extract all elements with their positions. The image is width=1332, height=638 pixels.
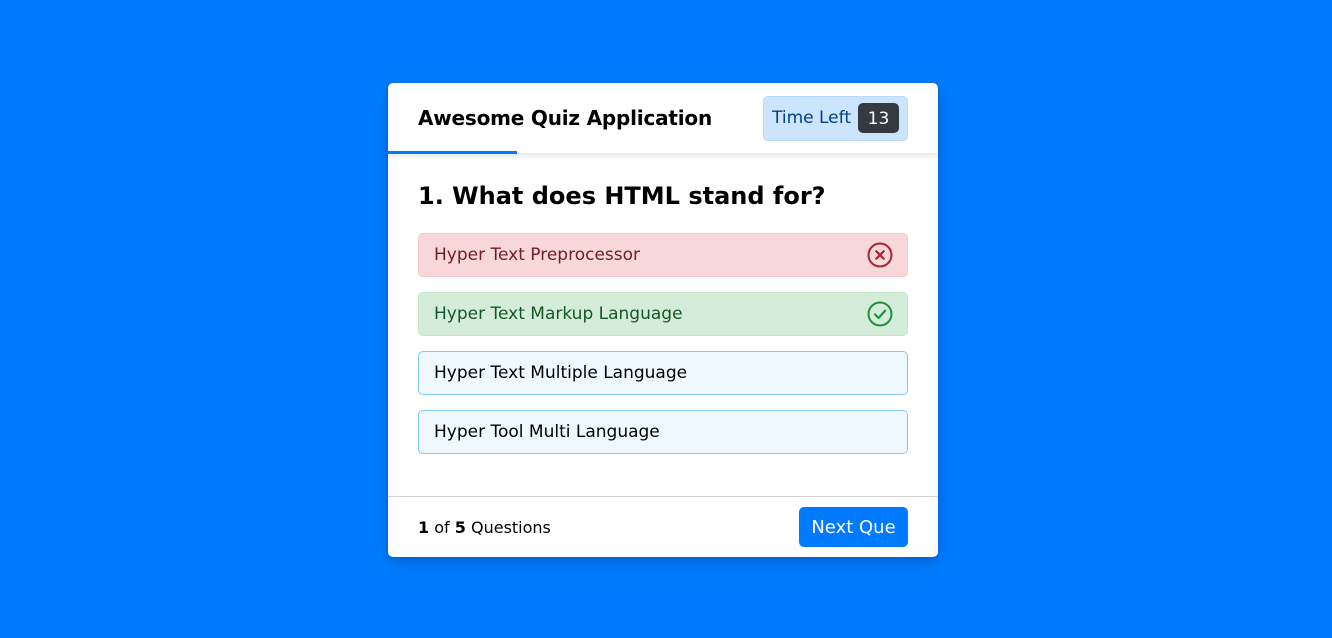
counter-questions-word: Questions	[470, 517, 551, 537]
quiz-footer: 1 of 5 Questions Next Que	[388, 496, 938, 557]
header-progress-underline	[388, 151, 517, 154]
option-correct[interactable]: Hyper Text Markup Language	[418, 292, 908, 336]
option-label: Hyper Text Preprocessor	[434, 245, 641, 265]
timer-seconds: 13	[858, 103, 899, 133]
quiz-box: Awesome Quiz Application Time Left 13 1.…	[388, 83, 938, 557]
option-label: Hyper Tool Multi Language	[434, 422, 660, 442]
option-incorrect[interactable]: Hyper Text Preprocessor	[418, 233, 908, 277]
next-question-button[interactable]: Next Que	[799, 507, 908, 547]
quiz-title: Awesome Quiz Application	[418, 106, 712, 130]
quiz-section: 1. What does HTML stand for? Hyper Text …	[388, 153, 938, 489]
quiz-header: Awesome Quiz Application Time Left 13	[388, 83, 938, 154]
current-question-number: 1	[418, 517, 430, 537]
question-text: 1. What does HTML stand for?	[418, 182, 826, 210]
option[interactable]: Hyper Text Multiple Language	[418, 351, 908, 395]
timer: Time Left 13	[763, 95, 908, 141]
question-counter: 1 of 5 Questions	[418, 518, 551, 537]
option-label: Hyper Text Multiple Language	[434, 363, 688, 383]
timer-label: Time Left	[772, 108, 851, 128]
counter-of: of	[434, 517, 450, 537]
cross-circle-icon	[867, 242, 893, 268]
total-questions-number: 5	[454, 517, 466, 537]
option-label: Hyper Text Markup Language	[434, 304, 683, 324]
check-circle-icon	[867, 301, 893, 327]
option[interactable]: Hyper Tool Multi Language	[418, 410, 908, 454]
option-list: Hyper Text Preprocessor Hyper Text Marku…	[418, 233, 908, 469]
